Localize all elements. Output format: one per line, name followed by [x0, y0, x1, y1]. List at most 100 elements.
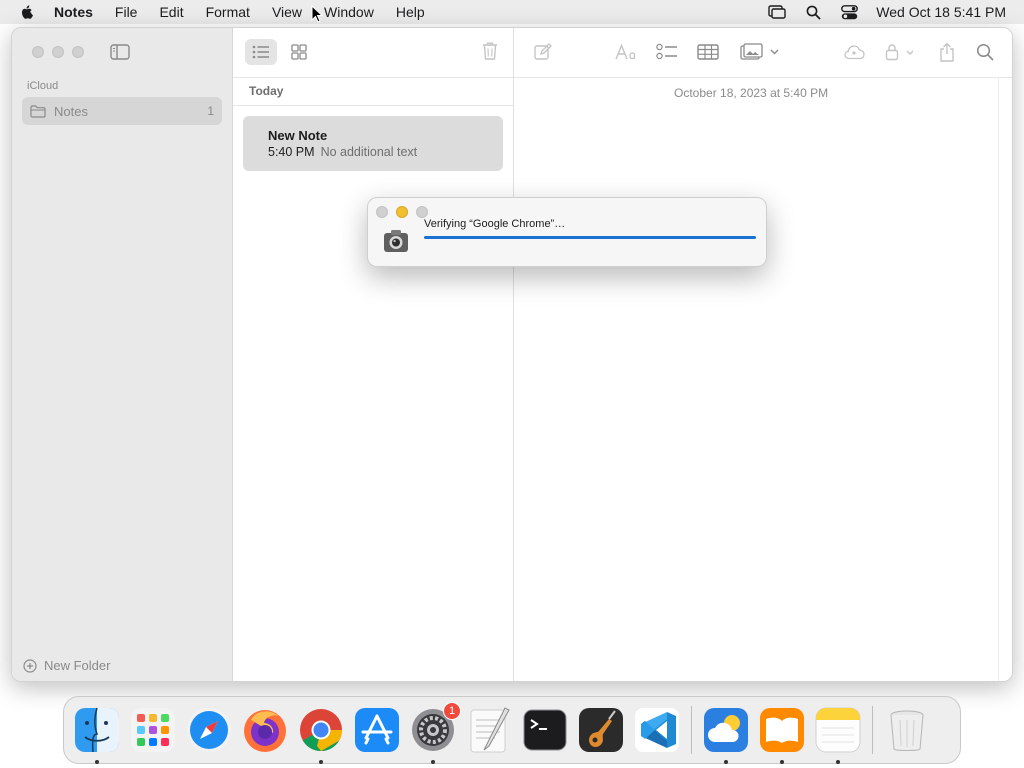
- menu-help[interactable]: Help: [396, 4, 425, 20]
- chrome-icon: [300, 709, 342, 751]
- verify-progress-bar: [424, 236, 756, 239]
- sidebar-item-notes[interactable]: Notes 1: [22, 97, 222, 125]
- folder-icon: [30, 104, 46, 118]
- verifying-dialog: Verifying “Google Chrome”…: [367, 197, 767, 267]
- apple-menu-icon[interactable]: [19, 4, 35, 20]
- search-icon[interactable]: [976, 42, 994, 62]
- launchpad-icon: [131, 708, 175, 752]
- dock-separator: [691, 706, 692, 754]
- editor-toolbar: [514, 28, 1012, 78]
- safari-icon: [187, 708, 231, 752]
- running-indicator: [724, 760, 728, 764]
- terminal-icon: [523, 709, 567, 751]
- dialog-zoom-button[interactable]: [416, 206, 428, 218]
- list-view-button[interactable]: [245, 39, 277, 65]
- vscode-icon: [635, 708, 679, 752]
- grid-view-icon: [291, 44, 307, 60]
- note-list-toolbar: [233, 28, 513, 78]
- menu-file[interactable]: File: [115, 4, 138, 20]
- dock: 1: [63, 696, 961, 764]
- zoom-button[interactable]: [72, 46, 84, 58]
- running-indicator: [431, 760, 435, 764]
- app-store-icon: [355, 708, 399, 752]
- folders-sidebar: iCloud Notes 1 New Folder: [12, 28, 233, 681]
- checklist-icon[interactable]: [656, 42, 678, 62]
- menu-bar: Notes File Edit Format View Window Help …: [0, 0, 1024, 24]
- new-folder-button[interactable]: New Folder: [23, 658, 110, 673]
- note-title: New Note: [268, 128, 328, 143]
- note-group-header: Today: [249, 84, 284, 98]
- dialog-close-button[interactable]: [376, 206, 388, 218]
- note-preview: No additional text: [320, 145, 418, 159]
- notes-window: iCloud Notes 1 New Folder Today New Note…: [11, 27, 1013, 682]
- dock-safari[interactable]: [185, 706, 233, 754]
- close-button[interactable]: [32, 46, 44, 58]
- list-view-icon: [252, 45, 269, 59]
- menu-app-notes[interactable]: Notes: [54, 4, 93, 20]
- dock-textedit[interactable]: [465, 706, 513, 754]
- delete-note-icon[interactable]: [481, 41, 499, 61]
- verifying-message: Verifying “Google Chrome”…: [424, 218, 566, 230]
- share-icon[interactable]: [938, 42, 956, 62]
- new-folder-label: New Folder: [44, 658, 111, 673]
- editor-scrollbar[interactable]: [998, 78, 1012, 681]
- dock-vscode[interactable]: [633, 706, 681, 754]
- list-divider: [233, 105, 513, 106]
- dock-chrome[interactable]: [297, 706, 345, 764]
- icloud-section-label: iCloud: [27, 80, 59, 92]
- dock-notes[interactable]: [814, 706, 862, 764]
- note-meta: 5:40 PM No additional text: [268, 145, 503, 159]
- collaborate-icon[interactable]: [844, 42, 866, 62]
- dock-books[interactable]: [758, 706, 806, 764]
- dock-garageband[interactable]: [577, 706, 625, 754]
- dock-trash[interactable]: [883, 706, 931, 754]
- menu-view[interactable]: View: [272, 4, 302, 20]
- mouse-cursor-icon: [311, 5, 323, 23]
- control-center-icon[interactable]: [840, 4, 858, 20]
- verify-progress-fill: [424, 236, 756, 239]
- textedit-icon: [470, 707, 510, 753]
- dock-system-settings[interactable]: 1: [409, 702, 461, 764]
- firefox-icon: [244, 710, 286, 752]
- menu-bar-clock[interactable]: Wed Oct 18 5:41 PM: [876, 4, 1006, 20]
- text-format-icon[interactable]: [615, 42, 637, 62]
- folder-name: Notes: [54, 103, 88, 119]
- note-list-pane: Today New Note 5:40 PM No additional text: [233, 28, 514, 681]
- garageband-icon: [579, 708, 623, 752]
- table-icon[interactable]: [697, 42, 719, 62]
- running-indicator: [780, 760, 784, 764]
- dock-finder[interactable]: [73, 706, 121, 764]
- notes-icon: [815, 707, 861, 753]
- spotlight-search-icon[interactable]: [804, 4, 822, 20]
- books-icon: [760, 708, 804, 752]
- running-indicator: [319, 760, 323, 764]
- running-indicator: [836, 760, 840, 764]
- menu-window[interactable]: Window: [324, 4, 374, 20]
- security-camera-icon: [384, 230, 408, 252]
- notification-badge: 1: [443, 702, 461, 720]
- note-time: 5:40 PM: [268, 145, 315, 159]
- note-editor-pane: October 18, 2023 at 5:40 PM: [514, 28, 1012, 681]
- plus-circle-icon: [23, 658, 37, 673]
- lock-note-icon[interactable]: [885, 42, 919, 62]
- sidebar-toggle-icon[interactable]: [110, 44, 130, 60]
- trash-icon: [890, 710, 924, 751]
- menu-edit[interactable]: Edit: [159, 4, 183, 20]
- window-controls: [32, 46, 84, 58]
- dock-firefox[interactable]: [241, 706, 289, 754]
- media-insert-icon[interactable]: [740, 42, 782, 62]
- dock-weather[interactable]: [702, 706, 750, 764]
- menu-format[interactable]: Format: [206, 4, 250, 20]
- minimize-button[interactable]: [52, 46, 64, 58]
- weather-icon: [704, 708, 748, 752]
- note-list-item[interactable]: New Note 5:40 PM No additional text: [243, 116, 503, 171]
- dock-app-store[interactable]: [353, 706, 401, 754]
- compose-note-icon[interactable]: [534, 42, 552, 62]
- dock-terminal[interactable]: [521, 706, 569, 754]
- folder-count: 1: [207, 104, 214, 118]
- dialog-minimize-button[interactable]: [396, 206, 408, 218]
- dock-launchpad[interactable]: [129, 706, 177, 754]
- finder-icon: [75, 707, 119, 753]
- gallery-view-button[interactable]: [285, 39, 313, 65]
- screen-mirroring-icon[interactable]: [768, 4, 786, 20]
